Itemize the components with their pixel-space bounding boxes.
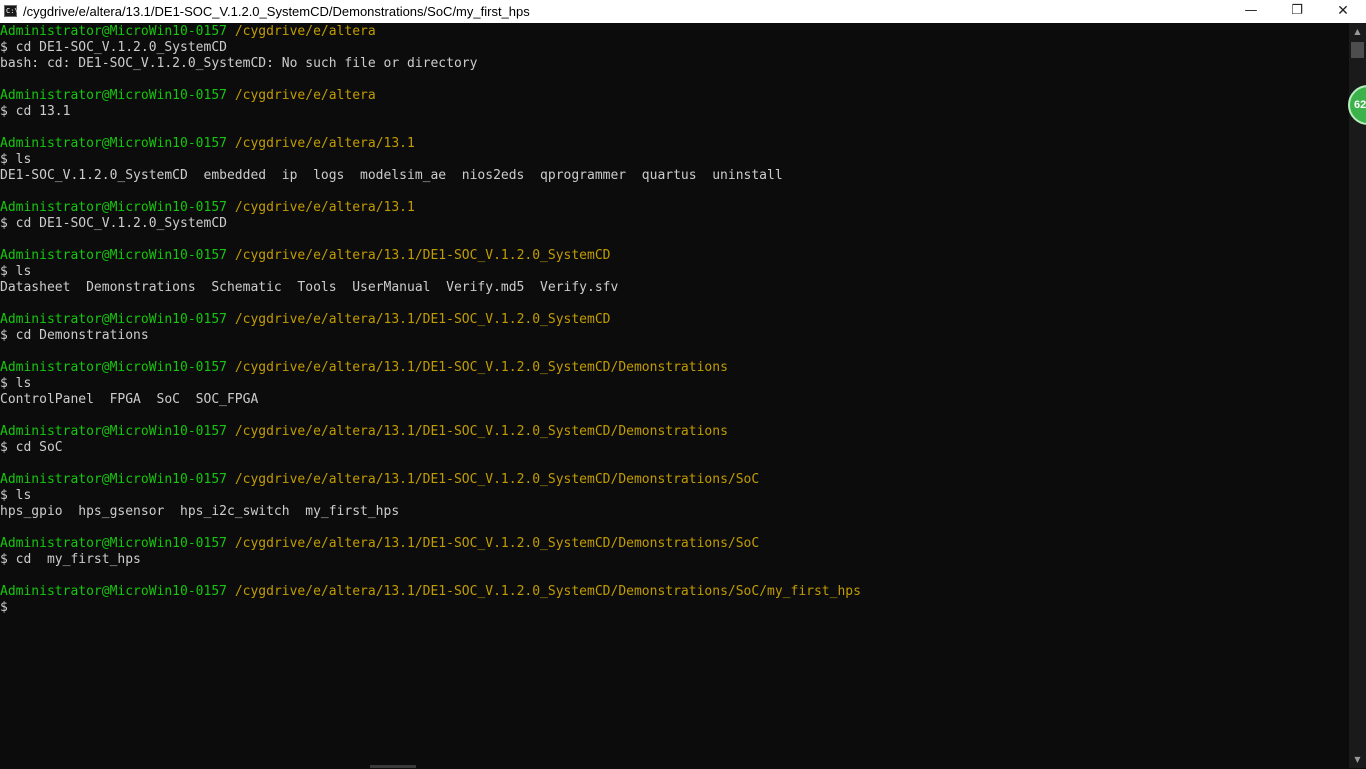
prompt-line: Administrator@MicroWin10-0157 /cygdrive/…	[0, 200, 1349, 216]
output-line: $ ls	[0, 488, 32, 503]
output-line: $ cd Demonstrations	[0, 328, 149, 343]
prompt-line: Administrator@MicroWin10-0157 /cygdrive/…	[0, 136, 1349, 152]
scroll-down-arrow-icon[interactable]: ▼	[1349, 751, 1366, 768]
prompt-user-host: Administrator@MicroWin10-0157	[0, 312, 227, 327]
prompt-user-host: Administrator@MicroWin10-0157	[0, 424, 227, 439]
prompt-line: Administrator@MicroWin10-0157 /cygdrive/…	[0, 472, 1349, 488]
close-button[interactable]: ✕	[1320, 0, 1366, 23]
prompt-path: /cygdrive/e/altera	[234, 24, 376, 39]
prompt-line: Administrator@MicroWin10-0157 /cygdrive/…	[0, 536, 1349, 552]
prompt-path: /cygdrive/e/altera/13.1	[234, 136, 415, 151]
prompt-user-host: Administrator@MicroWin10-0157	[0, 200, 227, 215]
prompt-line: Administrator@MicroWin10-0157 /cygdrive/…	[0, 312, 1349, 328]
prompt-path: /cygdrive/e/altera/13.1/DE1-SOC_V.1.2.0_…	[234, 536, 760, 551]
prompt-path: /cygdrive/e/altera	[234, 88, 376, 103]
prompt-user-host: Administrator@MicroWin10-0157	[0, 472, 227, 487]
prompt-user-host: Administrator@MicroWin10-0157	[0, 24, 227, 39]
vertical-scrollbar[interactable]: ▲ ▼	[1349, 23, 1366, 768]
prompt-user-host: Administrator@MicroWin10-0157	[0, 248, 227, 263]
title-bar[interactable]: C:\ /cygdrive/e/altera/13.1/DE1-SOC_V.1.…	[0, 0, 1366, 23]
prompt-path: /cygdrive/e/altera/13.1/DE1-SOC_V.1.2.0_…	[234, 248, 611, 263]
output-line: $ ls	[0, 264, 32, 279]
output-line: $ ls	[0, 376, 32, 391]
prompt-path: /cygdrive/e/altera/13.1	[234, 200, 415, 215]
prompt-path: /cygdrive/e/altera/13.1/DE1-SOC_V.1.2.0_…	[234, 424, 728, 439]
terminal-output[interactable]: Administrator@MicroWin10-0157 /cygdrive/…	[0, 23, 1349, 769]
output-line: $ ls	[0, 152, 32, 167]
prompt-path: /cygdrive/e/altera/13.1/DE1-SOC_V.1.2.0_…	[234, 472, 760, 487]
output-line: $	[0, 600, 8, 615]
prompt-user-host: Administrator@MicroWin10-0157	[0, 536, 227, 551]
output-line: $ cd my_first_hps	[0, 552, 141, 567]
prompt-path: /cygdrive/e/altera/13.1/DE1-SOC_V.1.2.0_…	[234, 584, 861, 599]
prompt-path: /cygdrive/e/altera/13.1/DE1-SOC_V.1.2.0_…	[234, 360, 728, 375]
prompt-path: /cygdrive/e/altera/13.1/DE1-SOC_V.1.2.0_…	[234, 312, 611, 327]
restore-button[interactable]: ❐	[1274, 0, 1320, 23]
output-line: hps_gpio hps_gsensor hps_i2c_switch my_f…	[0, 504, 400, 519]
minimize-button[interactable]: —	[1228, 0, 1274, 23]
prompt-line: Administrator@MicroWin10-0157 /cygdrive/…	[0, 424, 1349, 440]
scroll-up-arrow-icon[interactable]: ▲	[1349, 23, 1366, 40]
terminal-icon: C:\	[4, 5, 19, 17]
window-title: /cygdrive/e/altera/13.1/DE1-SOC_V.1.2.0_…	[23, 4, 530, 19]
output-line: $ cd DE1-SOC_V.1.2.0_SystemCD	[0, 40, 227, 55]
output-line: bash: cd: DE1-SOC_V.1.2.0_SystemCD: No s…	[0, 56, 478, 71]
output-line: $ cd DE1-SOC_V.1.2.0_SystemCD	[0, 216, 227, 231]
output-line: Datasheet Demonstrations Schematic Tools…	[0, 280, 619, 295]
output-line: DE1-SOC_V.1.2.0_SystemCD embedded ip log…	[0, 168, 783, 183]
output-line: $ cd SoC	[0, 440, 63, 455]
prompt-user-host: Administrator@MicroWin10-0157	[0, 88, 227, 103]
prompt-user-host: Administrator@MicroWin10-0157	[0, 360, 227, 375]
prompt-line: Administrator@MicroWin10-0157 /cygdrive/…	[0, 360, 1349, 376]
prompt-user-host: Administrator@MicroWin10-0157	[0, 136, 227, 151]
scroll-thumb[interactable]	[1351, 42, 1364, 58]
prompt-line: Administrator@MicroWin10-0157 /cygdrive/…	[0, 248, 1349, 264]
prompt-user-host: Administrator@MicroWin10-0157	[0, 584, 227, 599]
prompt-line: Administrator@MicroWin10-0157 /cygdrive/…	[0, 24, 1349, 40]
prompt-line: Administrator@MicroWin10-0157 /cygdrive/…	[0, 88, 1349, 104]
prompt-line: Administrator@MicroWin10-0157 /cygdrive/…	[0, 584, 1349, 600]
output-line: ControlPanel FPGA SoC SOC_FPGA	[0, 392, 259, 407]
output-line: $ cd 13.1	[0, 104, 71, 119]
